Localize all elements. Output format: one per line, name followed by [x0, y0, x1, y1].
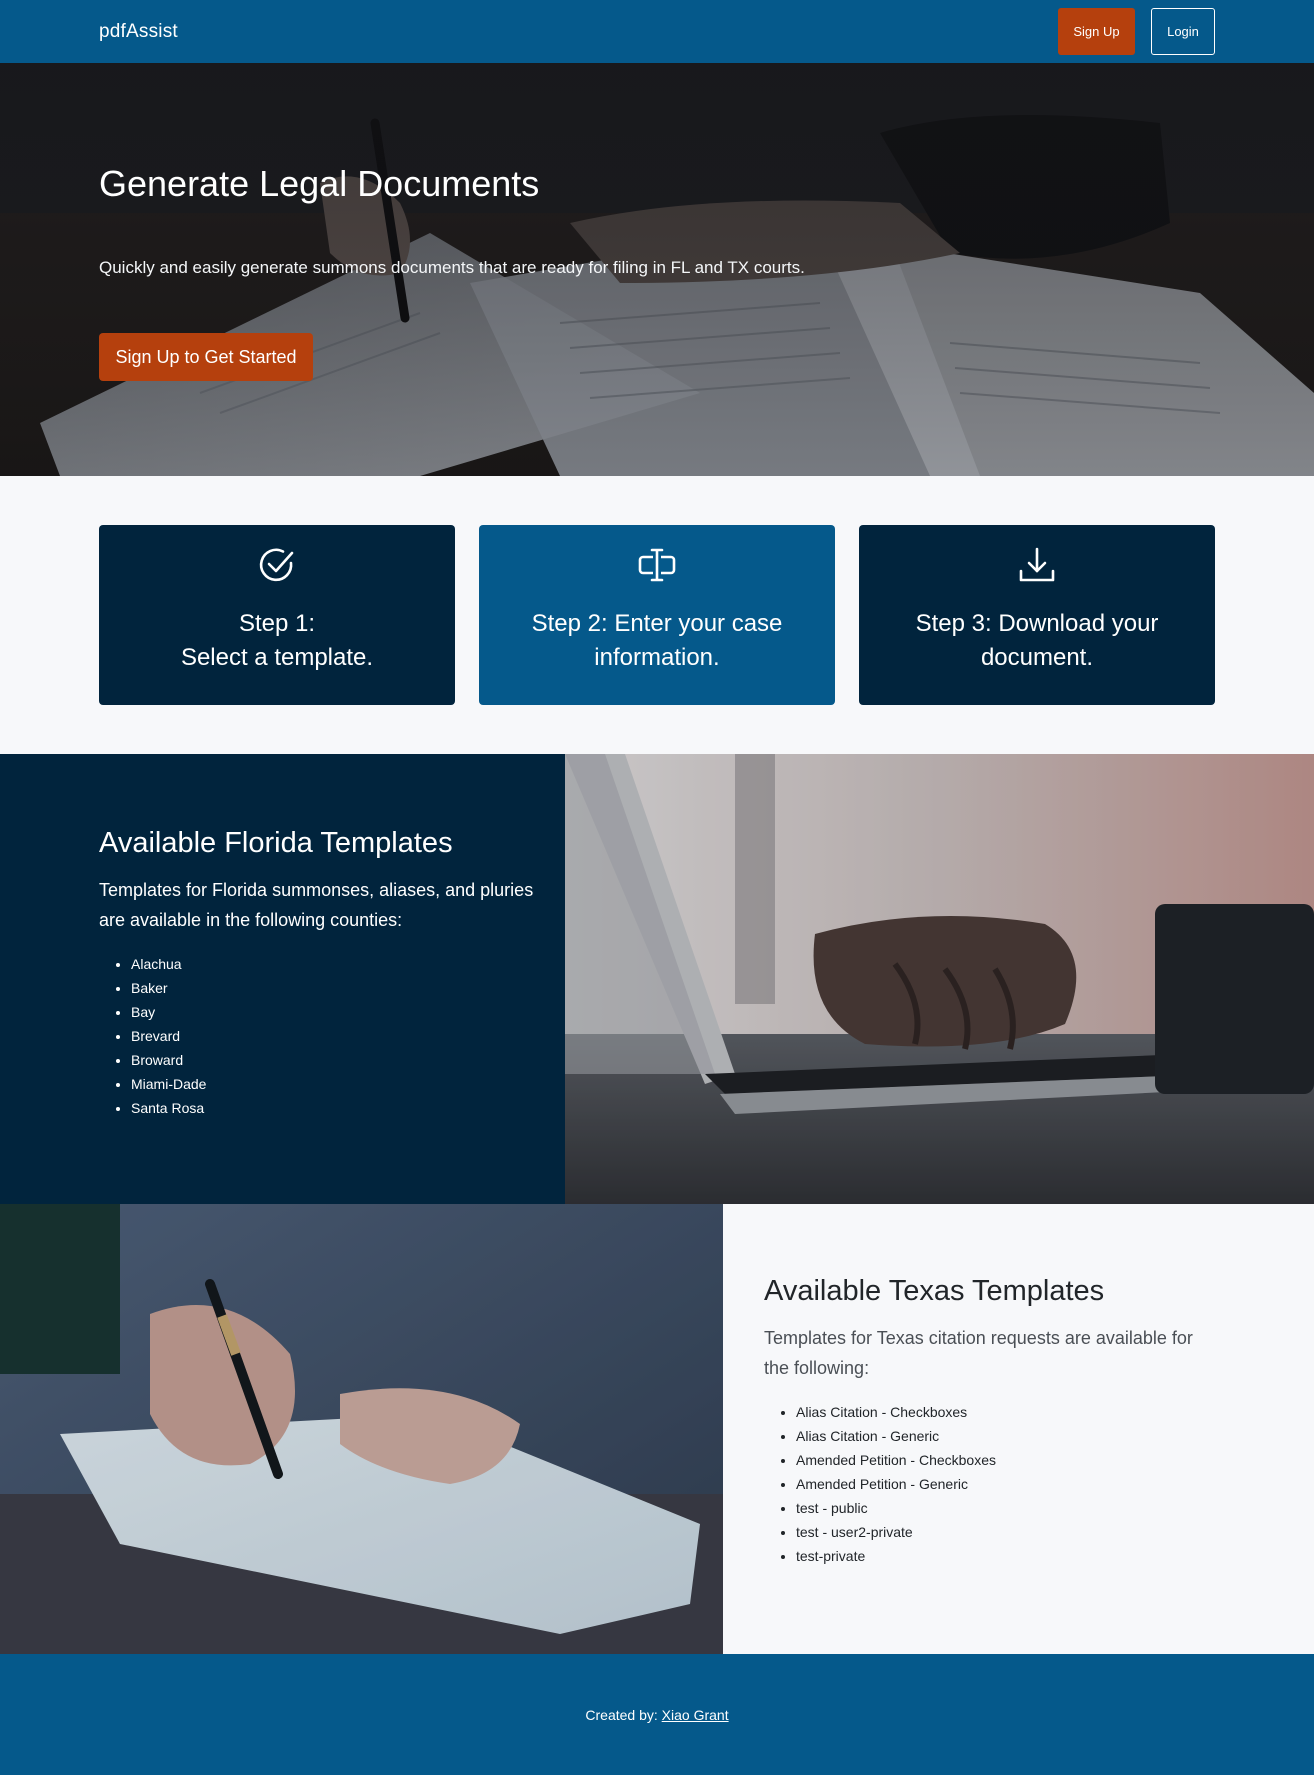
login-button[interactable]: Login [1151, 8, 1215, 55]
texas-title: Available Texas Templates [764, 1275, 1105, 1307]
list-item: test-private [796, 1544, 996, 1568]
list-item: Amended Petition - Generic [796, 1472, 996, 1496]
laptop-illustration [565, 754, 1314, 1204]
step-card-1: Step 1: Select a template. [99, 525, 455, 705]
list-item: Miami-Dade [131, 1072, 206, 1096]
check-circle-icon [259, 548, 294, 582]
footer: Created by: Xiao Grant [0, 1654, 1314, 1775]
writing-photo [0, 1204, 723, 1654]
step-1-text: Step 1: Select a template. [109, 607, 445, 675]
list-item: Alachua [131, 952, 206, 976]
texas-info-panel: Available Texas Templates Templates for … [723, 1204, 1314, 1654]
step-2-text: Step 2: Enter your case information. [489, 607, 825, 675]
texas-template-list: Alias Citation - Checkboxes Alias Citati… [764, 1400, 996, 1568]
florida-title: Available Florida Templates [99, 827, 453, 859]
list-item: Baker [131, 976, 206, 1000]
step-card-2: Step 2: Enter your case information. [479, 525, 835, 705]
list-item: test - user2-private [796, 1520, 996, 1544]
step-1-line2: Select a template. [180, 644, 374, 671]
list-item: Amended Petition - Checkboxes [796, 1448, 996, 1472]
texas-section: Available Texas Templates Templates for … [0, 1204, 1314, 1654]
list-item: test - public [796, 1496, 996, 1520]
steps-section: Step 1: Select a template. Step 2: Enter… [0, 476, 1314, 754]
florida-info-panel: Available Florida Templates Templates fo… [0, 754, 565, 1204]
step-1-line1: Step 1: [238, 610, 316, 637]
writing-illustration [0, 1204, 723, 1654]
florida-county-list: Alachua Baker Bay Brevard Broward Miami-… [99, 952, 206, 1120]
list-item: Alias Citation - Generic [796, 1424, 996, 1448]
navbar: pdfAssist Sign Up Login [0, 0, 1314, 63]
step-3-line1: Step 3: Download your [915, 610, 1159, 637]
get-started-button[interactable]: Sign Up to Get Started [99, 333, 313, 381]
florida-intro: Templates for Florida summonses, aliases… [99, 880, 534, 930]
signup-button[interactable]: Sign Up [1058, 8, 1135, 55]
step-3-text: Step 3: Download your document. [869, 607, 1205, 675]
list-item: Brevard [131, 1024, 206, 1048]
step-3-line2: document. [980, 644, 1094, 671]
footer-credit: Created by: Xiao Grant [585, 1707, 728, 1723]
footer-credit-prefix: Created by: [585, 1706, 658, 1723]
step-card-3: Step 3: Download your document. [859, 525, 1215, 705]
florida-section: Available Florida Templates Templates fo… [0, 754, 1314, 1204]
nav-actions: Sign Up Login [1058, 8, 1215, 55]
download-icon [1019, 547, 1055, 582]
list-item: Broward [131, 1048, 206, 1072]
step-2-line1: Step 2: Enter your case [531, 610, 783, 637]
hero-subtitle: Quickly and easily generate summons docu… [99, 258, 805, 277]
list-item: Alias Citation - Checkboxes [796, 1400, 996, 1424]
author-link[interactable]: Xiao Grant [662, 1707, 729, 1723]
hero-section: Generate Legal Documents Quickly and eas… [0, 63, 1314, 476]
laptop-photo [565, 754, 1314, 1204]
list-item: Bay [131, 1000, 206, 1024]
input-cursor-icon [638, 548, 676, 582]
hero-title: Generate Legal Documents [99, 163, 540, 204]
list-item: Santa Rosa [131, 1096, 206, 1120]
texas-intro: Templates for Texas citation requests ar… [764, 1328, 1193, 1378]
step-2-line2: information. [594, 644, 720, 671]
brand-logo[interactable]: pdfAssist [99, 21, 178, 43]
